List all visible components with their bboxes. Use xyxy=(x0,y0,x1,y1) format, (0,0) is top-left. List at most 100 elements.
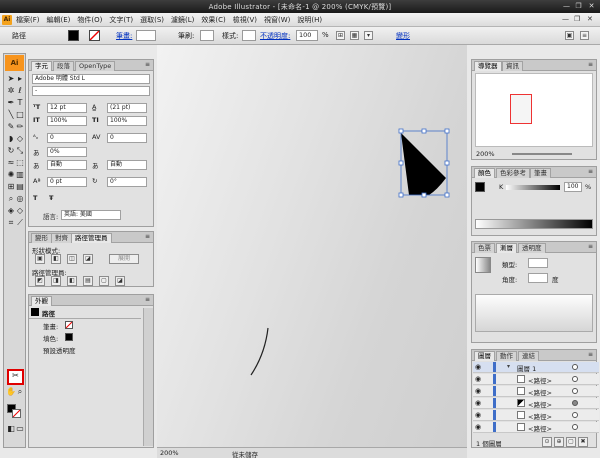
new-layer-button[interactable]: ▢ xyxy=(566,437,576,447)
menu-effect[interactable]: 效果(C) xyxy=(201,15,225,25)
expand-button[interactable]: 展開 xyxy=(109,254,139,264)
path-name[interactable]: <路徑> xyxy=(528,399,552,409)
panel-menu-icon[interactable]: ≡ xyxy=(588,352,595,358)
pencil-tool-icon[interactable]: ✏ xyxy=(15,122,25,132)
expand-triangle-icon[interactable]: ▾ xyxy=(507,363,510,370)
menu-object[interactable]: 物件(O) xyxy=(77,15,102,25)
aki-right-field[interactable]: 自動 xyxy=(107,160,147,170)
column-graph-tool-icon[interactable]: ▥ xyxy=(15,170,25,180)
eraser-tool-icon[interactable]: ◇ xyxy=(15,134,25,144)
color-spectrum-bar[interactable] xyxy=(475,219,593,229)
type-tool-icon[interactable]: T xyxy=(15,98,25,108)
live-paint-select-tool-icon[interactable]: ◇ xyxy=(15,206,25,216)
visibility-eye-icon[interactable]: ◉ xyxy=(475,411,481,419)
font-style-select[interactable]: - xyxy=(32,86,150,96)
menu-edit[interactable]: 編輯(E) xyxy=(47,15,71,25)
stroke-none-swatch[interactable] xyxy=(89,30,100,41)
tab-opentype[interactable]: OpenType xyxy=(75,61,116,71)
scissors-tool-icon[interactable]: ✂ xyxy=(7,369,24,385)
menu-view[interactable]: 檢視(V) xyxy=(233,15,257,25)
tab-color-guide[interactable]: 色彩參考 xyxy=(496,168,530,178)
tracking-field[interactable]: 0 xyxy=(107,133,147,143)
panel-menu-icon[interactable]: ≡ xyxy=(588,244,595,250)
tab-paragraph[interactable]: 段落 xyxy=(53,61,74,71)
brush-picker[interactable] xyxy=(200,30,214,41)
gradient-preview-swatch[interactable] xyxy=(475,257,491,273)
k-channel-field[interactable]: 100 xyxy=(564,182,582,192)
tab-actions[interactable]: 動作 xyxy=(496,351,517,361)
tab-swatches[interactable]: 色票 xyxy=(474,243,495,253)
align-options-icon[interactable]: ▾ xyxy=(364,31,373,40)
tab-navigator[interactable]: 導覽器 xyxy=(474,61,502,71)
color-fill-box[interactable] xyxy=(475,182,485,192)
blend-tool-icon[interactable]: ◎ xyxy=(15,194,25,204)
leading-field[interactable]: (21 pt) xyxy=(107,103,147,113)
vertical-scale-field[interactable]: 100% xyxy=(47,116,87,126)
panel-menu-icon[interactable]: ≡ xyxy=(145,62,152,68)
menu-file[interactable]: 檔案(F) xyxy=(16,15,40,25)
sublayer-row[interactable]: ◉ <路徑> xyxy=(473,398,599,409)
path-target-icon[interactable] xyxy=(572,376,578,382)
close-button[interactable]: ✕ xyxy=(587,2,596,10)
tsume-field[interactable]: 0% xyxy=(47,147,87,157)
path-name[interactable]: <路徑> xyxy=(528,387,552,397)
outline-button[interactable]: ▢ xyxy=(99,276,109,286)
control-menu-icon[interactable]: ≡ xyxy=(580,31,589,40)
visibility-eye-icon[interactable]: ◉ xyxy=(475,363,481,371)
menu-window[interactable]: 視窗(W) xyxy=(264,15,290,25)
sublayer-row[interactable]: ◉ <路徑> xyxy=(473,374,599,385)
horizontal-scale-field[interactable]: 100% xyxy=(107,116,147,126)
visibility-eye-icon[interactable]: ◉ xyxy=(475,399,481,407)
menu-select[interactable]: 選取(S) xyxy=(140,15,164,25)
zoom-tool-icon[interactable]: ⌕ xyxy=(15,387,25,397)
menu-type[interactable]: 文字(T) xyxy=(109,15,133,25)
appearance-opacity-label[interactable]: 預設透明度 xyxy=(43,345,76,355)
layer-row[interactable]: ◉ ▾ 圖層 1 xyxy=(473,362,599,373)
style-picker[interactable] xyxy=(242,30,256,41)
free-transform-tool-icon[interactable]: ⬚ xyxy=(15,158,25,168)
gradient-type-select[interactable] xyxy=(528,258,548,268)
appearance-stroke-swatch[interactable] xyxy=(65,321,73,329)
doc-minimize-button[interactable]: — xyxy=(562,15,569,23)
visibility-eye-icon[interactable]: ◉ xyxy=(475,423,481,431)
lasso-tool-icon[interactable]: ℓ xyxy=(15,86,25,96)
tab-stroke[interactable]: 筆畫 xyxy=(530,168,551,178)
tab-align[interactable]: 對齊 xyxy=(51,233,72,243)
kerning-field[interactable]: 0 xyxy=(47,133,87,143)
isolation-icon[interactable]: ▣ xyxy=(565,31,574,40)
appearance-fill-label[interactable]: 填色: xyxy=(43,333,58,343)
path-target-icon[interactable] xyxy=(572,388,578,394)
locate-object-button[interactable]: ⊙ xyxy=(542,437,552,447)
opacity-label-link[interactable]: 不透明度: xyxy=(260,31,290,41)
k-channel-slider[interactable] xyxy=(506,185,560,190)
minus-front-button[interactable]: ◧ xyxy=(51,254,61,264)
path-target-icon[interactable] xyxy=(572,400,578,406)
layer-name[interactable]: 圖層 1 xyxy=(517,363,536,373)
sublayer-row[interactable]: ◉ <路徑> xyxy=(473,410,599,421)
intersect-button[interactable]: ◫ xyxy=(67,254,77,264)
navigator-zoom-slider[interactable] xyxy=(512,153,572,155)
scale-tool-icon[interactable]: ⤡ xyxy=(15,146,25,156)
gradient-slider-area[interactable] xyxy=(475,294,593,332)
menu-filter[interactable]: 濾鏡(L) xyxy=(171,15,194,25)
underline-button[interactable]: T xyxy=(33,194,37,202)
visibility-eye-icon[interactable]: ◉ xyxy=(475,387,481,395)
slice-tool-icon[interactable]: ⟋ xyxy=(15,218,25,228)
exclude-button[interactable]: ◪ xyxy=(83,254,93,264)
path-target-icon[interactable] xyxy=(572,412,578,418)
tab-pathfinder[interactable]: 路徑管理員 xyxy=(71,233,112,243)
sublayer-row[interactable]: ◉ <路徑> xyxy=(473,386,599,397)
black-wedge-shape[interactable] xyxy=(401,133,446,195)
tab-appearance[interactable]: 外觀 xyxy=(31,296,52,306)
panel-menu-icon[interactable]: ≡ xyxy=(145,297,152,303)
merge-button[interactable]: ◧ xyxy=(67,276,77,286)
navigator-preview[interactable] xyxy=(475,73,593,147)
baseline-shift-field[interactable]: 0 pt xyxy=(47,177,87,187)
font-size-field[interactable]: 12 pt xyxy=(47,103,87,113)
layer-target-icon[interactable] xyxy=(572,364,578,370)
transform-link[interactable]: 變形 xyxy=(396,31,410,41)
menu-help[interactable]: 說明(H) xyxy=(297,15,322,25)
tab-character[interactable]: 字元 xyxy=(31,61,52,71)
navigator-zoom-value[interactable]: 200% xyxy=(476,150,495,158)
strikethrough-button[interactable]: Ŧ xyxy=(49,194,53,202)
